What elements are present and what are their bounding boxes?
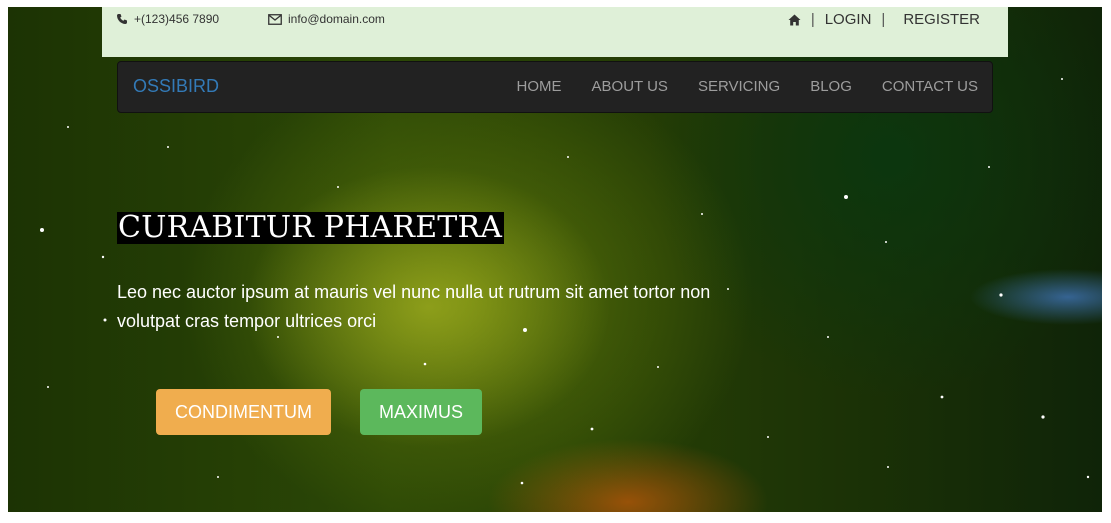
- hero-description: Leo nec auctor ipsum at mauris vel nunc …: [117, 282, 711, 331]
- condimentum-button[interactable]: CONDIMENTUM: [156, 389, 331, 435]
- nav-item-about-us[interactable]: ABOUT US: [592, 78, 668, 95]
- email-contact: info@domain.com: [268, 12, 385, 26]
- separator: |: [881, 11, 886, 28]
- home-icon[interactable]: [788, 14, 801, 26]
- phone-number: +(123)456 7890: [134, 12, 220, 26]
- brand-logo[interactable]: OSSIBIRD: [133, 76, 219, 97]
- hero-title: CURABITUR PHARETRA: [117, 210, 505, 245]
- nav-item-servicing[interactable]: SERVICING: [698, 78, 780, 95]
- register-link[interactable]: REGISTER: [903, 11, 980, 28]
- login-link[interactable]: LOGIN: [825, 11, 872, 28]
- top-contact-bar: +(123)456 7890 info@domain.com | LOGIN |…: [102, 7, 1008, 57]
- separator: |: [810, 11, 815, 28]
- email-address[interactable]: info@domain.com: [288, 12, 385, 26]
- nav-menu: HOME ABOUT US SERVICING BLOG CONTACT US: [517, 78, 978, 95]
- phone-contact: +(123)456 7890: [116, 12, 219, 26]
- maximus-button[interactable]: MAXIMUS: [360, 389, 482, 435]
- nav-item-home[interactable]: HOME: [517, 78, 562, 95]
- phone-icon: [117, 14, 127, 24]
- nav-item-blog[interactable]: BLOG: [810, 78, 852, 95]
- envelope-icon: [268, 13, 282, 25]
- main-navbar: OSSIBIRD HOME ABOUT US SERVICING BLOG CO…: [117, 61, 993, 113]
- nav-item-contact-us[interactable]: CONTACT US: [882, 78, 978, 95]
- account-links: | LOGIN | REGISTER: [788, 11, 980, 28]
